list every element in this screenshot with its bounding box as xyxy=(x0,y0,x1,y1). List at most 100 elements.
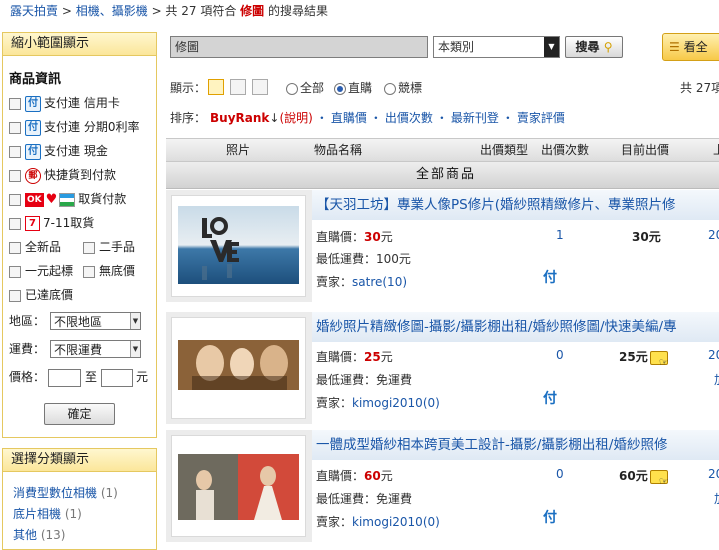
filter-one-dollar[interactable]: 一元起標 xyxy=(9,262,73,280)
listing-bid-count[interactable]: 0 xyxy=(556,348,564,362)
category-link[interactable]: 消費型數位相機 xyxy=(13,486,97,500)
listing-title-link[interactable]: 婚紗照片精緻修圖-攝影/攝影棚出租/婚紗照修圖/快速美編/專 xyxy=(312,312,719,342)
checkbox[interactable] xyxy=(9,265,21,278)
filter-711-pickup[interactable]: 7 7-11取貨 xyxy=(9,214,94,232)
result-suffix-text: 的搜尋結果 xyxy=(268,4,329,18)
shipping-select[interactable]: 不限運費 ▼ xyxy=(50,340,141,358)
listing-thumbnail[interactable] xyxy=(171,195,306,297)
checkbox[interactable] xyxy=(83,241,95,254)
column-bids[interactable]: 出價次數 xyxy=(541,139,589,161)
filter-pay-credit[interactable]: 付支付連 信用卡 xyxy=(9,94,120,112)
list-view-icon[interactable] xyxy=(208,79,224,95)
search-scope-select[interactable]: 本類別 ▼ xyxy=(433,36,560,58)
separator-dot: ・ xyxy=(369,111,382,125)
filter-no-reserve[interactable]: 無底價 xyxy=(83,262,135,280)
listing-thumbnail[interactable] xyxy=(171,435,306,537)
seller-link[interactable]: kimogi2010(0) xyxy=(352,515,440,529)
sort-rating-link[interactable]: 賣家評價 xyxy=(517,111,565,125)
seller-link[interactable]: satre(10) xyxy=(352,275,407,289)
checkbox[interactable] xyxy=(9,121,21,134)
checkbox[interactable] xyxy=(9,145,21,158)
listing-title-link[interactable]: 【天羽工坊】專業人像PS修片(婚紗照精緻修片、專業照片修 xyxy=(312,190,719,220)
category-count: (1) xyxy=(100,486,118,500)
listing-shipping-line: 最低運費：100元 xyxy=(316,250,411,267)
listing-row: 【天羽工坊】專業人像PS修片(婚紗照精緻修片、專業照片修 直購價：30元 最低運… xyxy=(166,190,719,302)
filter-auction-radio[interactable]: 競標 xyxy=(384,76,422,100)
checkbox[interactable] xyxy=(9,97,21,110)
listing-shipping: 100元 xyxy=(376,252,411,266)
listing-end-time: 20 xyxy=(708,348,719,362)
display-label: 顯示： xyxy=(170,81,207,95)
listing-current-price: 30元 xyxy=(632,230,661,244)
listing-price: 25 xyxy=(364,350,381,364)
view-all-button[interactable]: ☰ 看全 xyxy=(662,33,719,61)
grid-view-icon[interactable] xyxy=(230,79,246,95)
listing-bid-count[interactable]: 1 xyxy=(556,228,564,242)
filter-all-radio[interactable]: 全部 xyxy=(286,76,324,100)
add-tracking-link[interactable]: 加 xyxy=(714,371,719,388)
category-panel: 選擇分類顯示 消費型數位相機 (1) 底片相機 (1) 其他 (13) xyxy=(2,448,157,550)
price-min-input[interactable] xyxy=(48,369,81,387)
region-select[interactable]: 不限地區 ▼ xyxy=(50,312,141,330)
seller-label: 賣家： xyxy=(316,396,353,410)
seller-link[interactable]: kimogi2010(0) xyxy=(352,396,440,410)
category-item[interactable]: 底片相機 (1) xyxy=(13,505,82,522)
view-all-icon: ☰ xyxy=(669,40,684,54)
chevron-down-icon: ▼ xyxy=(130,341,140,357)
column-current-price[interactable]: 目前出價 xyxy=(621,139,669,161)
listing-details: 一體成型婚紗相本跨頁美工設計-攝影/攝影棚出租/婚紗照修 直購價：60元 最低運… xyxy=(312,430,719,542)
sort-bids-link[interactable]: 出價次數 xyxy=(385,111,433,125)
filter-reserve-met[interactable]: 已達底價 xyxy=(9,286,73,304)
category-item[interactable]: 消費型數位相機 (1) xyxy=(13,484,118,501)
sort-explain-link[interactable]: (說明) xyxy=(279,111,312,125)
sort-newest-link[interactable]: 最新刊登 xyxy=(451,111,499,125)
breadcrumb-home-link[interactable]: 露天拍賣 xyxy=(10,4,58,18)
bid-now-icon[interactable] xyxy=(649,350,669,369)
sort-buyrank-link[interactable]: BuyRank xyxy=(210,111,269,125)
checkbox[interactable] xyxy=(9,193,21,206)
product-info-heading: 商品資訊 xyxy=(9,72,62,87)
filter-buynow-radio[interactable]: 直購 xyxy=(334,76,372,100)
filter-express-cod[interactable]: 郵快捷貨到付款 xyxy=(9,166,116,184)
separator-dot: ・ xyxy=(435,111,448,125)
price-max-input[interactable] xyxy=(101,369,133,387)
sort-label: 排序： xyxy=(170,111,207,125)
checkbox[interactable] xyxy=(9,169,21,182)
seller-label: 賣家： xyxy=(316,515,353,529)
listing-seller-line: 賣家：satre(10) xyxy=(316,273,407,290)
category-item[interactable]: 其他 (13) xyxy=(13,526,65,543)
search-scope-value: 本類別 xyxy=(438,40,475,54)
checkbox[interactable] xyxy=(83,265,95,278)
sort-price-link[interactable]: 直購價 xyxy=(331,111,367,125)
listing-shipping: 免運費 xyxy=(376,373,413,387)
filter-used[interactable]: 二手品 xyxy=(83,238,135,256)
add-tracking-link[interactable]: 加 xyxy=(714,490,719,507)
checkbox[interactable] xyxy=(9,217,21,230)
love-sculpture-photo xyxy=(178,206,299,284)
breadcrumb-category-link[interactable]: 相機、攝影機 xyxy=(76,4,148,18)
listing-price-line: 直購價：30元 xyxy=(316,228,393,245)
search-input[interactable]: 修圖 xyxy=(170,36,428,58)
listing-bid-count[interactable]: 0 xyxy=(556,467,564,481)
checkbox[interactable] xyxy=(9,289,21,302)
listing-thumbnail[interactable] xyxy=(171,317,306,419)
bid-now-icon[interactable] xyxy=(649,469,669,488)
listing-details: 婚紗照片精緻修圖-攝影/攝影棚出租/婚紗照修圖/快速美編/專 直購價：25元 最… xyxy=(312,312,719,424)
filter-pay-cash[interactable]: 付支付連 現金 xyxy=(9,142,108,160)
listing-title-link[interactable]: 一體成型婚紗相本跨頁美工設計-攝影/攝影棚出租/婚紗照修 xyxy=(312,430,719,460)
checkbox[interactable] xyxy=(9,241,21,254)
filter-pay-installment[interactable]: 付支付連 分期0利率 xyxy=(9,118,139,136)
compact-view-icon[interactable] xyxy=(252,79,268,95)
region-label: 地區： xyxy=(9,314,46,328)
filter-pickup-pay[interactable]: OK ♥ 取貨付款 xyxy=(9,190,126,208)
filter-label: 已達底價 xyxy=(25,288,74,302)
search-button[interactable]: 搜尋 ⚲ xyxy=(565,36,623,58)
price-label: 直購價： xyxy=(316,350,365,364)
listing-details: 【天羽工坊】專業人像PS修片(婚紗照精緻修片、專業照片修 直購價：30元 最低運… xyxy=(312,190,719,302)
category-panel-title: 選擇分類顯示 xyxy=(3,449,156,472)
category-link[interactable]: 其他 xyxy=(13,528,37,542)
filter-new[interactable]: 全新品 xyxy=(9,238,61,256)
category-link[interactable]: 底片相機 xyxy=(13,507,61,521)
confirm-button[interactable]: 確定 xyxy=(44,403,115,425)
listing-seller-line: 賣家：kimogi2010(0) xyxy=(316,513,440,530)
